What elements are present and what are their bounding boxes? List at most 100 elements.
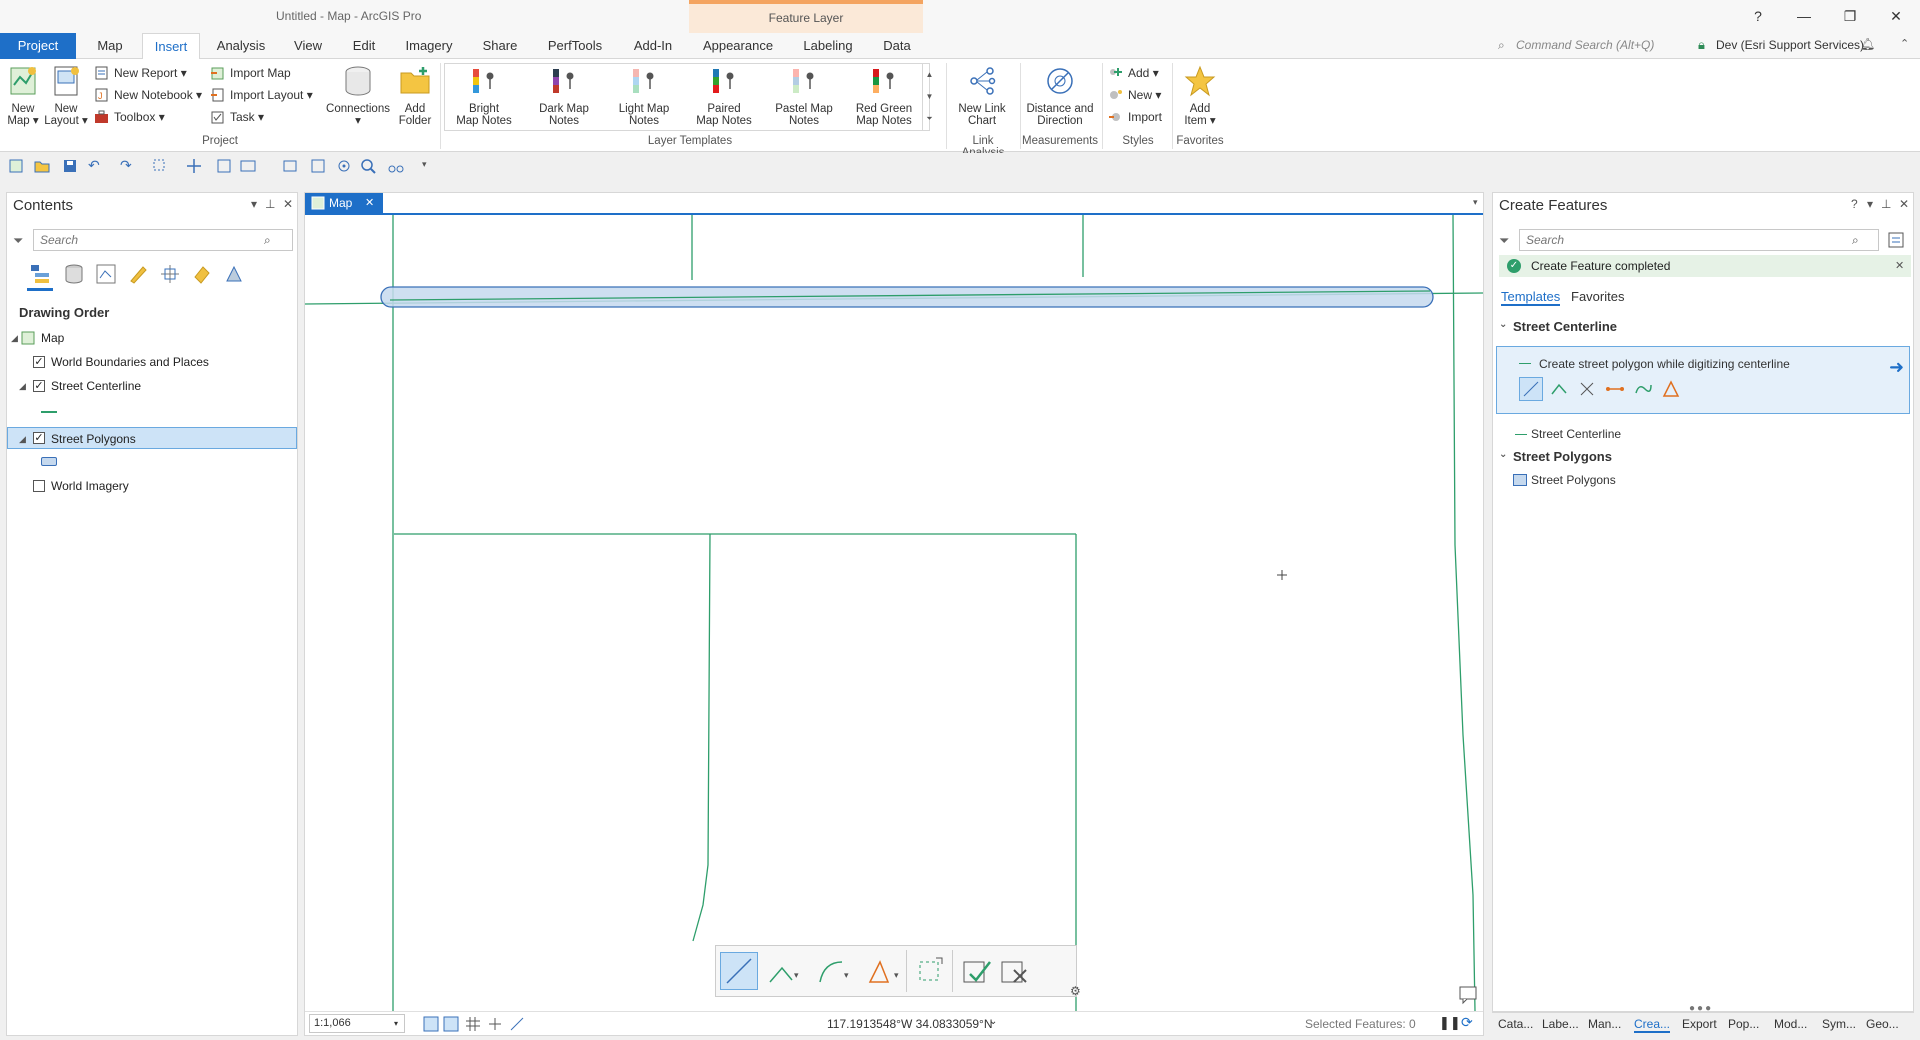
line-tool-button[interactable] [720,952,758,990]
layer-visibility-checkbox[interactable]: ✓ [33,432,45,444]
tab-add-in[interactable]: Add-In [622,33,684,59]
restore-button[interactable]: ❐ [1828,4,1872,28]
tab-project[interactable]: Project [0,33,76,59]
collapse-icon[interactable]: ◢ [19,428,26,450]
snapping-icon[interactable] [914,954,948,988]
help-button[interactable]: ? [1736,4,1780,28]
target-icon[interactable] [336,158,352,174]
help-icon[interactable]: ? [1851,197,1858,211]
add-item-button[interactable]: Add Item ▾ [1178,65,1222,127]
list-by-perspective-icon[interactable] [223,263,245,285]
arc-tool-icon[interactable]: ▾ [816,956,852,988]
layer-template-5[interactable]: Red Green Map Notes [846,67,922,127]
correction-icon[interactable] [509,1016,525,1032]
intersect-tool-icon[interactable] [1577,379,1597,399]
minimize-button[interactable]: — [1782,4,1826,28]
list-by-source-icon[interactable] [63,263,85,285]
close-tab-icon[interactable]: ✕ [365,193,374,213]
close-button[interactable]: ✕ [1874,4,1918,28]
tab-share[interactable]: Share [472,33,528,59]
view-menu-icon[interactable]: ▾ [1473,197,1478,208]
polyline-tool-icon[interactable]: ▾ [766,956,802,988]
tab-create-features[interactable]: Crea... [1634,1017,1671,1033]
fixed-zoom-icon[interactable] [423,1016,439,1032]
connections-button[interactable]: Connections ▾ [322,65,394,127]
segment-tool-icon[interactable] [1605,379,1625,399]
new-report-button[interactable]: New Report ▾ [94,63,187,83]
tree-map-node[interactable]: ◢ Map [7,327,297,349]
list-by-snapping-icon[interactable] [159,263,181,285]
polyline-tool-icon[interactable] [1549,379,1569,399]
tab-appearance[interactable]: Appearance [694,33,782,59]
undo-icon[interactable]: ↶ [88,157,100,174]
polygon-tool-icon[interactable] [1661,379,1681,399]
layer-visibility-checkbox[interactable]: ✓ [33,356,45,368]
import-map-button[interactable]: Import Map [210,63,291,83]
tab-view[interactable]: View [282,33,334,59]
attributes-icon[interactable] [240,158,256,174]
tab-popups[interactable]: Pop... [1728,1017,1759,1031]
new-map-button[interactable]: New Map ▾ [4,65,42,127]
selected-features-count[interactable]: Selected Features: 0 [1305,1017,1416,1031]
map-canvas[interactable] [305,215,1483,1011]
layer-visibility-checkbox[interactable] [33,480,45,492]
map-rotation-icon[interactable] [443,1016,459,1032]
pin-icon[interactable]: ⊥ [1881,197,1891,211]
tool-line-button[interactable] [1519,377,1543,401]
add-folder-button[interactable]: Add Folder [396,65,434,127]
binoculars-icon[interactable] [388,158,404,174]
refresh-icon[interactable]: ⟳ [1461,1014,1473,1031]
pane-menu-icon[interactable]: ▾ [251,197,257,211]
pause-icon[interactable]: ❚❚ [1439,1015,1461,1031]
list-by-drawing-order-icon[interactable] [29,263,51,285]
bell-icon[interactable]: 🔔︎ [1860,37,1875,51]
template-street-polygons[interactable]: Street Polygons [1531,473,1616,487]
select-icon[interactable] [152,158,168,174]
open-icon[interactable] [34,158,50,174]
close-pane-icon[interactable]: ✕ [1899,197,1909,211]
new-link-chart-button[interactable]: New Link Chart [952,65,1012,127]
toolbar-settings-icon[interactable]: ⚙ [1070,984,1081,998]
contents-search-input[interactable]: Search ⌕ [33,229,293,251]
layer-template-4[interactable]: Pastel Map Notes [766,67,842,127]
tab-labeling[interactable]: Labeling [792,33,864,59]
tab-modify[interactable]: Mod... [1774,1017,1807,1031]
finish-sketch-icon[interactable] [960,954,994,988]
layer-template-2[interactable]: Light Map Notes [606,67,682,127]
save-icon[interactable] [62,158,78,174]
tab-map[interactable]: Map [84,33,136,59]
tab-symbology[interactable]: Sym... [1822,1017,1856,1031]
collapse-icon[interactable]: ◢ [19,375,26,397]
arrow-right-icon[interactable]: ➜ [1889,357,1904,378]
map-view-tab[interactable]: Map ✕ [305,193,383,213]
distance-direction-button[interactable]: Distance and Direction [1024,65,1096,127]
locate-icon[interactable] [310,158,326,174]
snapping-toggle-icon[interactable] [487,1016,503,1032]
command-search-input[interactable]: Command Search (Alt+Q) [1516,38,1696,56]
collapse-ribbon-icon[interactable]: ⌃ [1900,37,1909,50]
template-group-street-polygons[interactable]: ⌄ Street Polygons [1499,449,1612,464]
pane-menu-icon[interactable]: ▾ [1867,197,1873,211]
trace-tool-icon[interactable] [1633,379,1653,399]
tab-analysis[interactable]: Analysis [208,33,274,59]
account-menu[interactable]: Dev (Esri Support Services) [1716,38,1864,52]
street-polygon-feature[interactable] [380,286,1434,308]
dismiss-banner-icon[interactable]: ✕ [1895,255,1904,277]
grid-icon[interactable] [465,1016,481,1032]
tab-favorites[interactable]: Favorites [1571,289,1624,304]
collapse-icon[interactable]: ◢ [11,327,18,349]
template-group-street-centerline[interactable]: ⌄ Street Centerline [1499,319,1617,334]
tab-edit[interactable]: Edit [340,33,388,59]
polygon-symbol[interactable] [41,457,57,466]
customize-qat-icon[interactable]: ▾ [422,159,427,170]
styles-add-button[interactable]: Add ▾ [1108,63,1159,83]
manage-templates-icon[interactable] [1887,231,1905,249]
new-layout-button[interactable]: New Layout ▾ [44,65,88,127]
trace-tool-icon[interactable]: ▾ [866,956,902,988]
coordinate-format-icon[interactable]: ⌄ [989,1016,997,1027]
tab-manage[interactable]: Man... [1588,1017,1621,1031]
layer-template-3[interactable]: Paired Map Notes [686,67,762,127]
pin-icon[interactable]: ⊥ [265,197,275,211]
clear-selection-icon[interactable] [216,158,232,174]
notification-icon[interactable] [1457,983,1479,1005]
